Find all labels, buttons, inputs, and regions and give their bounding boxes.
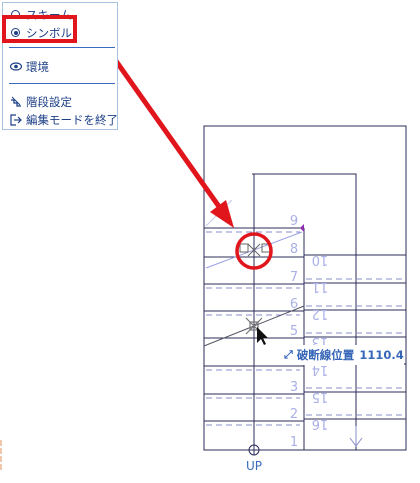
eye-icon xyxy=(9,60,22,73)
left-edge-marker xyxy=(0,440,12,470)
step-number-right: 15 xyxy=(312,389,329,404)
break-position-tooltip: ⤢ 破断線位置 1110.4 xyxy=(284,345,404,365)
mouse-cursor-icon xyxy=(257,327,268,345)
menu-item-exit-edit[interactable]: 編集モードを終了 xyxy=(9,111,118,128)
menu-divider xyxy=(9,47,115,48)
menu-item-label: 環境 xyxy=(26,59,49,74)
stair-settings-icon xyxy=(9,95,22,108)
menu-item-environment[interactable]: 環境 xyxy=(9,58,49,75)
menu-divider xyxy=(9,83,115,84)
menu-item-label: 階段設定 xyxy=(26,94,72,109)
step-number-left: 2 xyxy=(290,407,298,422)
step-number-left: 8 xyxy=(290,242,298,257)
step-number-left: 3 xyxy=(290,380,298,395)
step-number-right: 10 xyxy=(312,252,329,267)
step-number-left: 9 xyxy=(290,214,298,229)
left-run-hidden-lines xyxy=(206,231,300,426)
exit-icon xyxy=(9,113,22,126)
down-arrow-icon xyxy=(349,426,363,447)
corner-marker xyxy=(300,224,304,232)
menu-item-label: 編集モードを終了 xyxy=(26,112,118,127)
step-number-left: 1 xyxy=(290,435,298,450)
step-number-right: 12 xyxy=(312,306,329,321)
step-number-left: 7 xyxy=(290,270,298,285)
resize-arrow-icon: ⤢ xyxy=(284,348,293,361)
tooltip-value: 1110.4 xyxy=(359,348,404,362)
step-number-right: 11 xyxy=(312,279,329,294)
annotation-arrow xyxy=(101,42,234,228)
step-number-right: 16 xyxy=(312,416,329,431)
up-label: UP xyxy=(246,459,262,473)
step-number-left: 5 xyxy=(290,324,298,339)
stair-inner-frame xyxy=(253,173,357,451)
highlight-box xyxy=(2,15,77,43)
stair-outer-frame xyxy=(203,125,407,451)
menu-item-stair-settings[interactable]: 階段設定 xyxy=(9,93,72,110)
tooltip-label: 破断線位置 xyxy=(296,348,355,362)
up-marker xyxy=(248,444,260,456)
step-number-left: 6 xyxy=(290,297,298,312)
